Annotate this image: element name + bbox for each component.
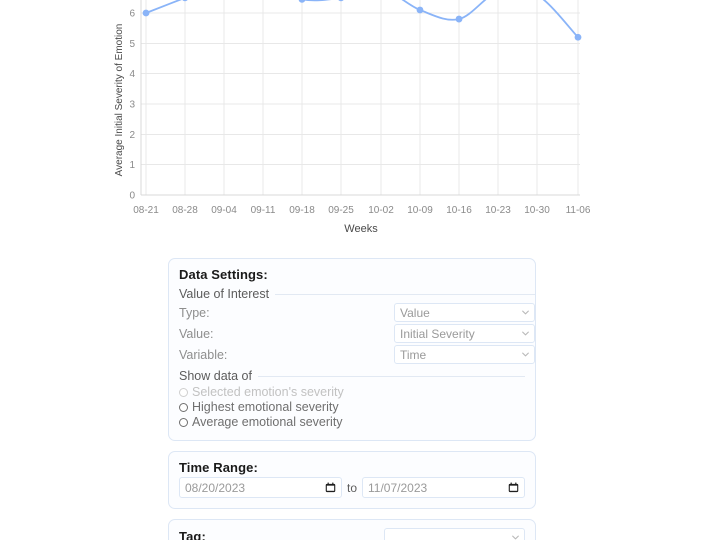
type-select-value: Value bbox=[400, 306, 430, 320]
y-axis-title: Average Initial Severity of Emotion bbox=[114, 24, 125, 177]
show-data-of-legend: Show data of bbox=[179, 369, 525, 383]
svg-text:4: 4 bbox=[129, 69, 135, 80]
radio-icon bbox=[179, 388, 188, 397]
svg-text:09-11: 09-11 bbox=[251, 205, 276, 216]
time-range-panel: Time Range: 08/20/2023 to 11/0 bbox=[168, 451, 536, 509]
show-data-of-group: Show data of Selected emotion's severity… bbox=[179, 366, 525, 430]
y-gridlines bbox=[141, 13, 580, 195]
svg-text:08-28: 08-28 bbox=[172, 205, 198, 216]
series-point bbox=[182, 0, 189, 1]
value-of-interest-group: Value of Interest Type: Value Value: bbox=[179, 284, 535, 366]
value-of-interest-legend: Value of Interest bbox=[179, 287, 535, 301]
start-date-input[interactable]: 08/20/2023 bbox=[179, 477, 342, 498]
settings-panels: Data Settings: Value of Interest Type: V… bbox=[168, 258, 536, 540]
date-range-row: 08/20/2023 to 11/07/2023 bbox=[179, 477, 525, 498]
chart-page: Average Initial Severity of Emotion bbox=[0, 0, 720, 540]
svg-text:10-09: 10-09 bbox=[407, 205, 433, 216]
svg-text:10-16: 10-16 bbox=[446, 205, 472, 216]
svg-text:09-25: 09-25 bbox=[328, 205, 354, 216]
legend-rule bbox=[258, 376, 525, 377]
severity-line-chart: Average Initial Severity of Emotion bbox=[0, 0, 720, 240]
radio-icon bbox=[179, 418, 188, 427]
x-axis-title: Weeks bbox=[344, 223, 378, 235]
end-date-input[interactable]: 11/07/2023 bbox=[362, 477, 525, 498]
time-range-title: Time Range: bbox=[179, 460, 525, 475]
series-point bbox=[338, 0, 345, 1]
radio-icon bbox=[179, 403, 188, 412]
data-settings-panel: Data Settings: Value of Interest Type: V… bbox=[168, 258, 536, 441]
end-date-value: 11/07/2023 bbox=[368, 481, 427, 495]
svg-text:11-06: 11-06 bbox=[566, 205, 591, 216]
series-line bbox=[146, 0, 578, 37]
radio-label: Highest emotional severity bbox=[192, 400, 339, 414]
svg-text:1: 1 bbox=[129, 160, 135, 171]
value-of-interest-legend-text: Value of Interest bbox=[179, 287, 269, 301]
x-tick-labels: 08-21 08-28 09-04 09-11 09-18 09-25 10-0… bbox=[133, 205, 591, 216]
legend-rule bbox=[275, 294, 535, 295]
svg-text:5: 5 bbox=[129, 39, 135, 50]
date-range-separator: to bbox=[347, 481, 357, 495]
data-settings-title: Data Settings: bbox=[179, 267, 525, 282]
series-point bbox=[417, 7, 424, 14]
svg-text:0: 0 bbox=[129, 191, 135, 202]
type-label: Type: bbox=[179, 306, 394, 320]
svg-text:2: 2 bbox=[129, 130, 135, 141]
chevron-down-icon bbox=[522, 309, 529, 316]
chevron-down-icon bbox=[522, 351, 529, 358]
radio-average-emotional-severity[interactable]: Average emotional severity bbox=[179, 415, 525, 429]
series-point bbox=[299, 0, 306, 3]
x-gridlines bbox=[146, 0, 578, 195]
variable-select-value: Time bbox=[400, 348, 426, 362]
value-field-row: Value: Initial Severity bbox=[179, 324, 535, 343]
variable-select[interactable]: Time bbox=[394, 345, 535, 364]
tag-select[interactable] bbox=[384, 528, 525, 540]
radio-label: Selected emotion's severity bbox=[192, 385, 344, 399]
series-points bbox=[143, 0, 582, 41]
show-data-of-legend-text: Show data of bbox=[179, 369, 252, 383]
chevron-down-icon bbox=[522, 330, 529, 337]
tag-title: Tag: bbox=[179, 529, 206, 540]
radio-selected-emotion-severity: Selected emotion's severity bbox=[179, 385, 525, 399]
svg-text:09-04: 09-04 bbox=[211, 205, 237, 216]
series-group bbox=[143, 0, 582, 41]
svg-text:10-23: 10-23 bbox=[485, 205, 511, 216]
chart-canvas: Average Initial Severity of Emotion bbox=[0, 0, 720, 240]
tag-panel: Tag: bbox=[168, 519, 536, 540]
value-select[interactable]: Initial Severity bbox=[394, 324, 535, 343]
svg-text:10-30: 10-30 bbox=[524, 205, 550, 216]
svg-text:3: 3 bbox=[129, 100, 135, 111]
svg-text:10-02: 10-02 bbox=[368, 205, 394, 216]
type-select[interactable]: Value bbox=[394, 303, 535, 322]
variable-label: Variable: bbox=[179, 348, 394, 362]
value-label: Value: bbox=[179, 327, 394, 341]
radio-highest-emotional-severity[interactable]: Highest emotional severity bbox=[179, 400, 525, 414]
series-point bbox=[456, 16, 463, 23]
svg-text:08-21: 08-21 bbox=[133, 205, 159, 216]
y-tick-labels: 0 1 2 3 4 5 6 bbox=[129, 9, 135, 202]
start-date-value: 08/20/2023 bbox=[185, 481, 245, 495]
series-point bbox=[575, 34, 582, 41]
radio-label: Average emotional severity bbox=[192, 415, 343, 429]
type-field-row: Type: Value bbox=[179, 303, 535, 322]
chevron-down-icon bbox=[512, 534, 519, 540]
svg-text:09-18: 09-18 bbox=[289, 205, 315, 216]
calendar-icon[interactable] bbox=[325, 482, 336, 493]
calendar-icon[interactable] bbox=[508, 482, 519, 493]
series-point bbox=[143, 10, 150, 17]
svg-text:6: 6 bbox=[129, 9, 135, 20]
variable-field-row: Variable: Time bbox=[179, 345, 535, 364]
value-select-value: Initial Severity bbox=[400, 327, 475, 341]
